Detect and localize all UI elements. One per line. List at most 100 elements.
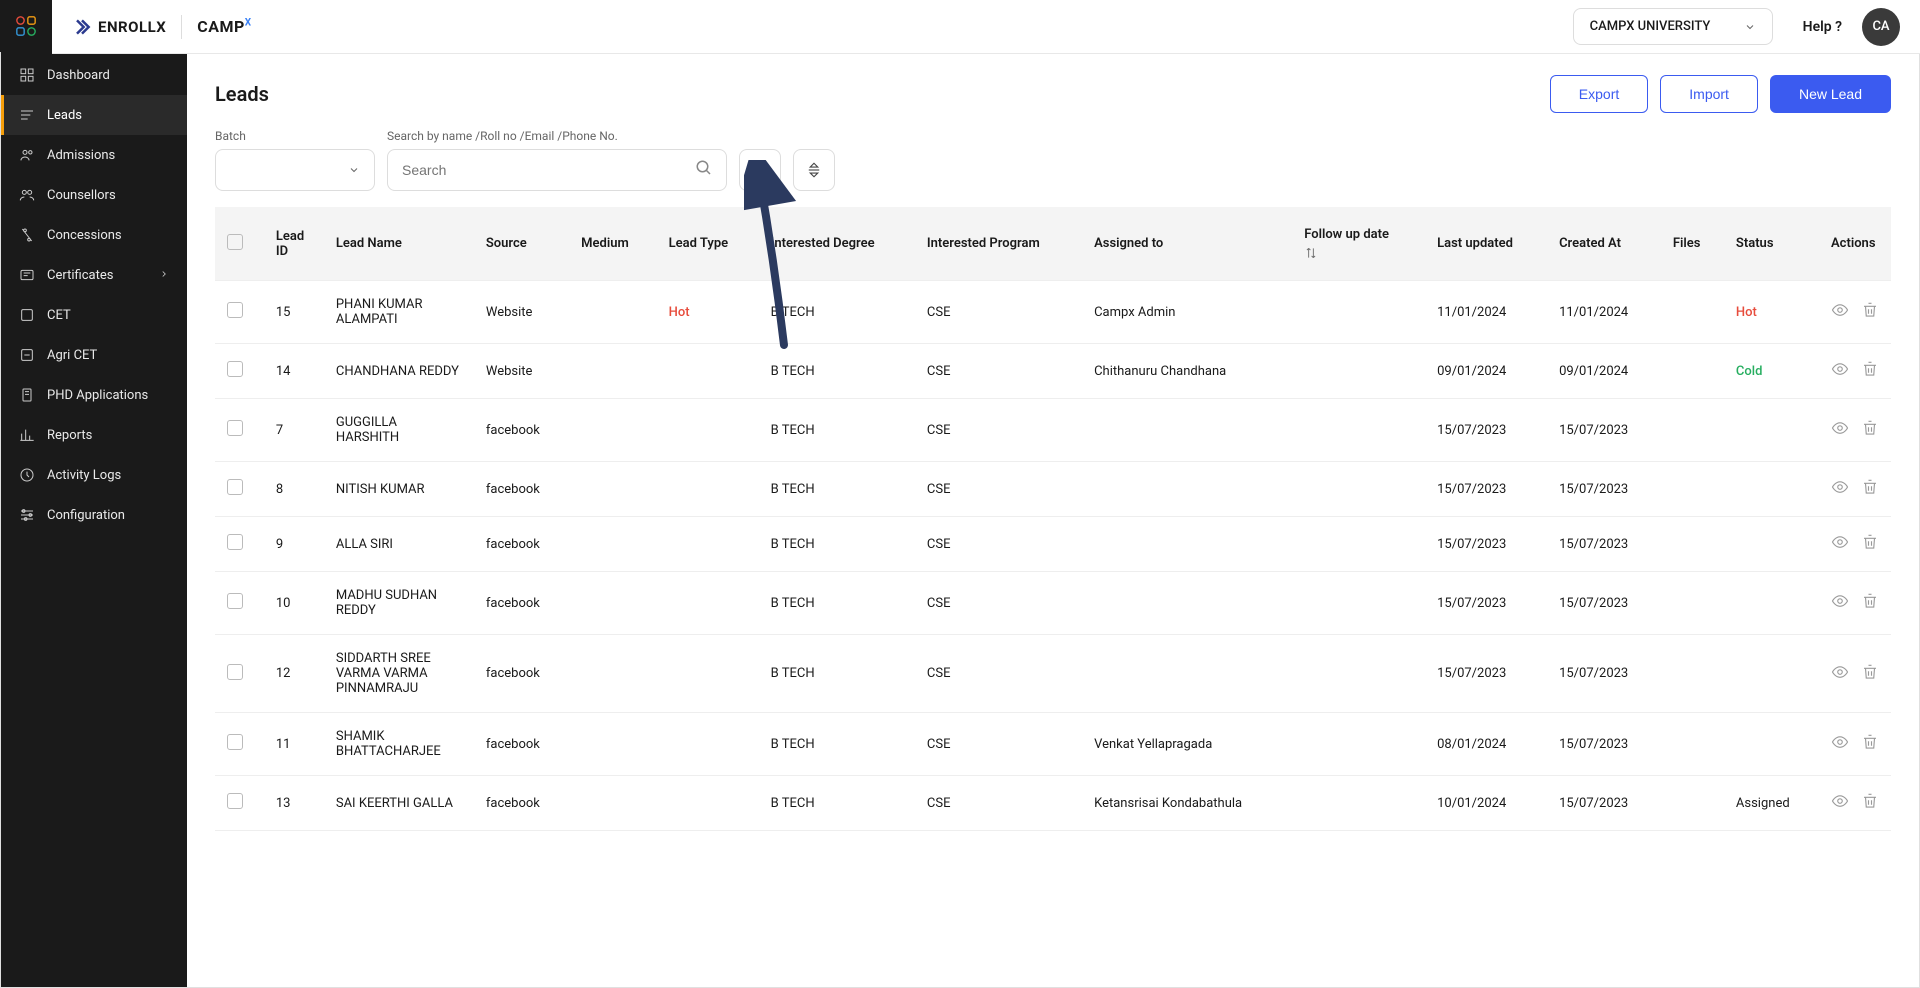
filter-button[interactable] (739, 149, 781, 191)
sidebar-item-certificates[interactable]: Certificates (1, 255, 187, 295)
new-lead-button[interactable]: New Lead (1770, 75, 1891, 113)
sidebar-item-label: Dashboard (47, 68, 110, 83)
delete-icon[interactable] (1861, 360, 1879, 382)
view-icon[interactable] (1831, 360, 1849, 382)
sidebar-item-counsellors[interactable]: Counsellors (1, 175, 187, 215)
col-status[interactable]: Status (1724, 207, 1819, 281)
cell-source: facebook (474, 776, 569, 831)
sidebar-item-agri-cet[interactable]: Agri CET (1, 335, 187, 375)
cell-followup (1292, 776, 1425, 831)
sort-icon (805, 161, 823, 179)
view-icon[interactable] (1831, 733, 1849, 755)
col-source[interactable]: Source (474, 207, 569, 281)
cell-type (657, 517, 759, 572)
cell-type (657, 399, 759, 462)
table-row: 15PHANI KUMAR ALAMPATIWebsiteHotB TECHCS… (215, 281, 1891, 344)
col-medium[interactable]: Medium (569, 207, 657, 281)
cell-source: Website (474, 281, 569, 344)
brand-campx-a: CAMP (197, 17, 245, 36)
import-button[interactable]: Import (1660, 75, 1758, 113)
view-icon[interactable] (1831, 478, 1849, 500)
sidebar-item-cet[interactable]: CET (1, 295, 187, 335)
view-icon[interactable] (1831, 792, 1849, 814)
cell-source: facebook (474, 462, 569, 517)
cell-updated: 15/07/2023 (1425, 635, 1547, 713)
export-button[interactable]: Export (1550, 75, 1648, 113)
cell-created: 09/01/2024 (1547, 344, 1661, 399)
view-icon[interactable] (1831, 301, 1849, 323)
cell-status (1724, 399, 1819, 462)
row-checkbox[interactable] (227, 479, 243, 495)
cell-created: 15/07/2023 (1547, 399, 1661, 462)
row-checkbox[interactable] (227, 734, 243, 750)
university-select[interactable]: CAMPX UNIVERSITY (1573, 8, 1773, 45)
sort-button[interactable] (793, 149, 835, 191)
cell-degree: B TECH (759, 572, 915, 635)
cell-id: 12 (264, 635, 324, 713)
avatar[interactable]: CA (1862, 8, 1900, 46)
batch-select[interactable] (215, 149, 375, 191)
col-lead-name[interactable]: Lead Name (324, 207, 474, 281)
cell-files (1661, 517, 1724, 572)
col-assigned-to[interactable]: Assigned to (1082, 207, 1292, 281)
cell-medium (569, 713, 657, 776)
sidebar-item-label: Agri CET (47, 348, 97, 363)
cell-followup (1292, 517, 1425, 572)
col-interested-program[interactable]: Interested Program (915, 207, 1082, 281)
cell-files (1661, 713, 1724, 776)
cell-degree: B TECH (759, 776, 915, 831)
view-icon[interactable] (1831, 419, 1849, 441)
sidebar-item-activity-logs[interactable]: Activity Logs (1, 455, 187, 495)
sidebar-item-concessions[interactable]: Concessions (1, 215, 187, 255)
row-checkbox[interactable] (227, 593, 243, 609)
cell-program: CSE (915, 344, 1082, 399)
sidebar-item-phd-applications[interactable]: PHD Applications (1, 375, 187, 415)
col-actions[interactable]: Actions (1819, 207, 1891, 281)
row-checkbox[interactable] (227, 793, 243, 809)
cell-status (1724, 517, 1819, 572)
sidebar-item-admissions[interactable]: Admissions (1, 135, 187, 175)
row-checkbox[interactable] (227, 534, 243, 550)
delete-icon[interactable] (1861, 792, 1879, 814)
view-icon[interactable] (1831, 663, 1849, 685)
col-follow-up-date[interactable]: Follow up date (1292, 207, 1425, 281)
app-launcher-icon[interactable] (0, 0, 52, 52)
counsellors-icon (19, 187, 35, 203)
col-interested-degree[interactable]: Interested Degree (759, 207, 915, 281)
cell-assigned (1082, 635, 1292, 713)
cell-program: CSE (915, 572, 1082, 635)
sidebar: Dashboard LeadsAdmissionsCounsellorsConce… (1, 1, 187, 987)
cell-created: 11/01/2024 (1547, 281, 1661, 344)
view-icon[interactable] (1831, 533, 1849, 555)
select-all-checkbox[interactable] (227, 234, 243, 250)
cell-source: facebook (474, 399, 569, 462)
row-checkbox[interactable] (227, 302, 243, 318)
col-files[interactable]: Files (1661, 207, 1724, 281)
delete-icon[interactable] (1861, 533, 1879, 555)
sidebar-item-reports[interactable]: Reports (1, 415, 187, 455)
enrollx-chevron-icon (72, 17, 92, 37)
delete-icon[interactable] (1861, 478, 1879, 500)
view-icon[interactable] (1831, 592, 1849, 614)
col-created-at[interactable]: Created At (1547, 207, 1661, 281)
help-link[interactable]: Help ? (1803, 19, 1842, 35)
col-last-updated[interactable]: Last updated (1425, 207, 1547, 281)
delete-icon[interactable] (1861, 663, 1879, 685)
sidebar-item-configuration[interactable]: Configuration (1, 495, 187, 535)
cell-followup (1292, 399, 1425, 462)
delete-icon[interactable] (1861, 733, 1879, 755)
row-checkbox[interactable] (227, 420, 243, 436)
delete-icon[interactable] (1861, 301, 1879, 323)
row-checkbox[interactable] (227, 361, 243, 377)
delete-icon[interactable] (1861, 419, 1879, 441)
cell-created: 15/07/2023 (1547, 635, 1661, 713)
config-icon (19, 507, 35, 523)
search-input[interactable] (387, 149, 727, 191)
col-lead-type[interactable]: Lead Type (657, 207, 759, 281)
col-lead-id[interactable]: Lead ID (264, 207, 324, 281)
sidebar-item-dashboard[interactable]: Dashboard (1, 55, 187, 95)
delete-icon[interactable] (1861, 592, 1879, 614)
sidebar-item-leads[interactable]: Leads (1, 95, 187, 135)
sidebar-item-label: PHD Applications (47, 388, 148, 403)
row-checkbox[interactable] (227, 664, 243, 680)
